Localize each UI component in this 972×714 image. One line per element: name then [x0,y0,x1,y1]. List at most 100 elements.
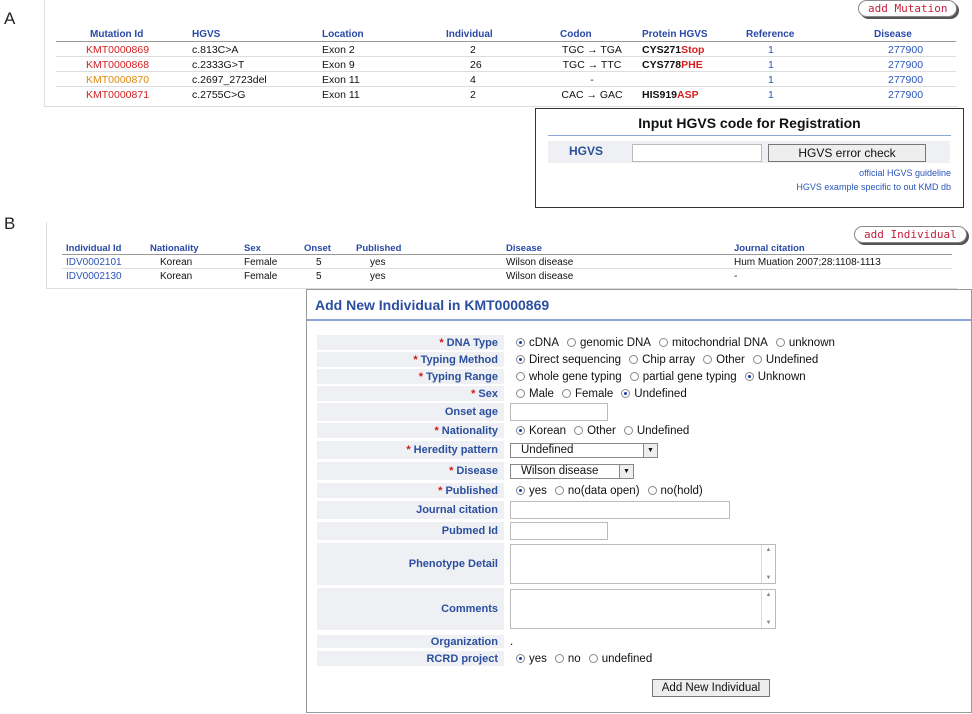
radio-button[interactable] [516,355,525,364]
add-mutation-button[interactable]: add Mutation [858,0,958,17]
journal-citation-input[interactable] [510,501,730,519]
radio-option[interactable]: Female [556,388,613,400]
comments-label: Comments [317,588,504,630]
mutation-location: Exon 11 [316,86,446,101]
radio-option[interactable]: Undefined [618,425,689,437]
hgvs-example-link[interactable]: HGVS example specific to out KMD db [796,182,951,192]
radio-button[interactable] [516,338,525,347]
radio-option[interactable]: yes [510,653,547,665]
radio-option[interactable]: undefined [583,653,652,665]
mutation-disease-link[interactable]: 277900 [874,42,956,57]
radio-option-label: partial gene typing [642,370,737,383]
scroll-down-icon[interactable]: ▼ [766,575,772,581]
mutation-reference-link[interactable]: 1 [746,86,874,101]
individual-citation: - [734,268,952,282]
individual-row: IDV0002101 Korean Female 5 yes Wilson di… [62,255,952,269]
radio-button[interactable] [703,355,713,364]
radio-button[interactable] [775,338,785,347]
hgvs-error-check-button[interactable]: HGVS error check [768,144,926,162]
radio-button[interactable] [647,486,657,495]
mutation-disease-link[interactable]: 277900 [874,56,956,72]
organization-label: Organization [317,635,504,648]
radio-option-label: yes [529,652,547,665]
mutation-table: Mutation Id HGVS Location Individual Cod… [56,29,956,101]
textarea-scrollbar[interactable]: ▲ ▼ [761,545,775,583]
mutation-disease-link[interactable]: 277900 [874,86,956,101]
radio-button[interactable] [744,372,754,381]
organization-row: Organization . [317,635,969,648]
radio-button[interactable] [554,486,564,495]
radio-option[interactable]: Other [568,425,616,437]
radio-option[interactable]: yes [510,485,547,497]
mutation-disease-link[interactable]: 277900 [874,71,956,87]
radio-button[interactable] [621,389,631,398]
radio-button[interactable] [629,372,639,381]
radio-option[interactable]: mitochondrial DNA [653,337,768,349]
radio-option[interactable]: Undefined [615,388,687,400]
heredity-select[interactable]: Undefined ▼ [510,442,658,458]
typing-range-row: * Typing Range whole gene typing partial g… [317,369,969,384]
radio-option[interactable]: no [549,653,581,665]
radio-option[interactable]: Male [510,388,554,400]
mutation-id-link[interactable]: KMT0000868 [56,56,192,72]
radio-option[interactable]: no(hold) [642,485,703,497]
radio-option[interactable]: Chip array [623,354,695,366]
mutation-reference-link[interactable]: 1 [746,71,874,87]
mutation-reference-link[interactable]: 1 [746,42,874,57]
radio-button[interactable] [574,426,584,435]
scroll-up-icon[interactable]: ▲ [766,547,772,553]
radio-button[interactable] [588,654,598,663]
radio-option[interactable]: cDNA [510,337,559,349]
radio-button[interactable] [516,389,525,398]
hgvs-input[interactable] [632,144,762,162]
radio-option[interactable]: Unknown [739,371,806,383]
radio-button[interactable] [516,372,525,381]
radio-option[interactable]: Direct sequencing [510,354,621,366]
radio-option[interactable]: Korean [510,425,566,437]
textarea-scrollbar[interactable]: ▲ ▼ [761,590,775,628]
radio-button[interactable] [629,355,639,364]
individual-id-link[interactable]: IDV0002101 [62,255,150,269]
mutation-protein-hgvs: CYS271Stop [642,43,705,56]
dna-type-options: cDNA genomic DNA mitochondrial DNA unknown [504,337,837,349]
comments-textarea[interactable]: ▲ ▼ [510,589,776,629]
mutation-id-link[interactable]: KMT0000870 [56,71,192,87]
col-sex: Sex [244,243,304,255]
phenotype-textarea[interactable]: ▲ ▼ [510,544,776,584]
radio-button[interactable] [516,486,525,495]
radio-button[interactable] [516,654,525,663]
radio-option[interactable]: genomic DNA [561,337,651,349]
mutation-id-link[interactable]: KMT0000871 [56,86,192,101]
radio-option[interactable]: Other [697,354,745,366]
radio-button[interactable] [554,654,564,663]
add-individual-button[interactable]: add Individual [854,226,967,243]
col-onset: Onset [304,243,356,255]
pubmed-id-input[interactable] [510,522,608,540]
mutation-id-link[interactable]: KMT0000869 [56,42,192,57]
radio-button[interactable] [752,355,762,364]
radio-option[interactable]: whole gene typing [510,371,622,383]
radio-button[interactable] [623,426,633,435]
scroll-up-icon[interactable]: ▲ [766,592,772,598]
mutation-location: Exon 11 [316,71,446,87]
mutation-reference-link[interactable]: 1 [746,56,874,72]
individual-id-link[interactable]: IDV0002130 [62,268,150,282]
radio-button[interactable] [516,426,525,435]
add-new-individual-button[interactable]: Add New Individual [652,679,770,697]
radio-option[interactable]: unknown [770,337,835,349]
mutation-hgvs: c.813C>A [192,43,239,56]
radio-button[interactable] [658,338,668,347]
radio-option[interactable]: partial gene typing [624,371,737,383]
radio-button[interactable] [567,338,577,347]
nationality-label: * Nationality [317,423,504,438]
mutation-individual-count: 26 [446,56,542,72]
scroll-down-icon[interactable]: ▼ [766,620,772,626]
radio-option[interactable]: no(data open) [549,485,640,497]
dna-type-row: * DNA Type cDNA genomic DNA mitochondrial D… [317,335,969,350]
mutation-codon: CAC → GAC [542,86,642,101]
hgvs-guideline-link[interactable]: official HGVS guideline [859,168,951,178]
onset-age-input[interactable] [510,403,608,421]
disease-select[interactable]: Wilson disease ▼ [510,463,634,479]
radio-option[interactable]: Undefined [747,354,818,366]
radio-button[interactable] [561,389,571,398]
